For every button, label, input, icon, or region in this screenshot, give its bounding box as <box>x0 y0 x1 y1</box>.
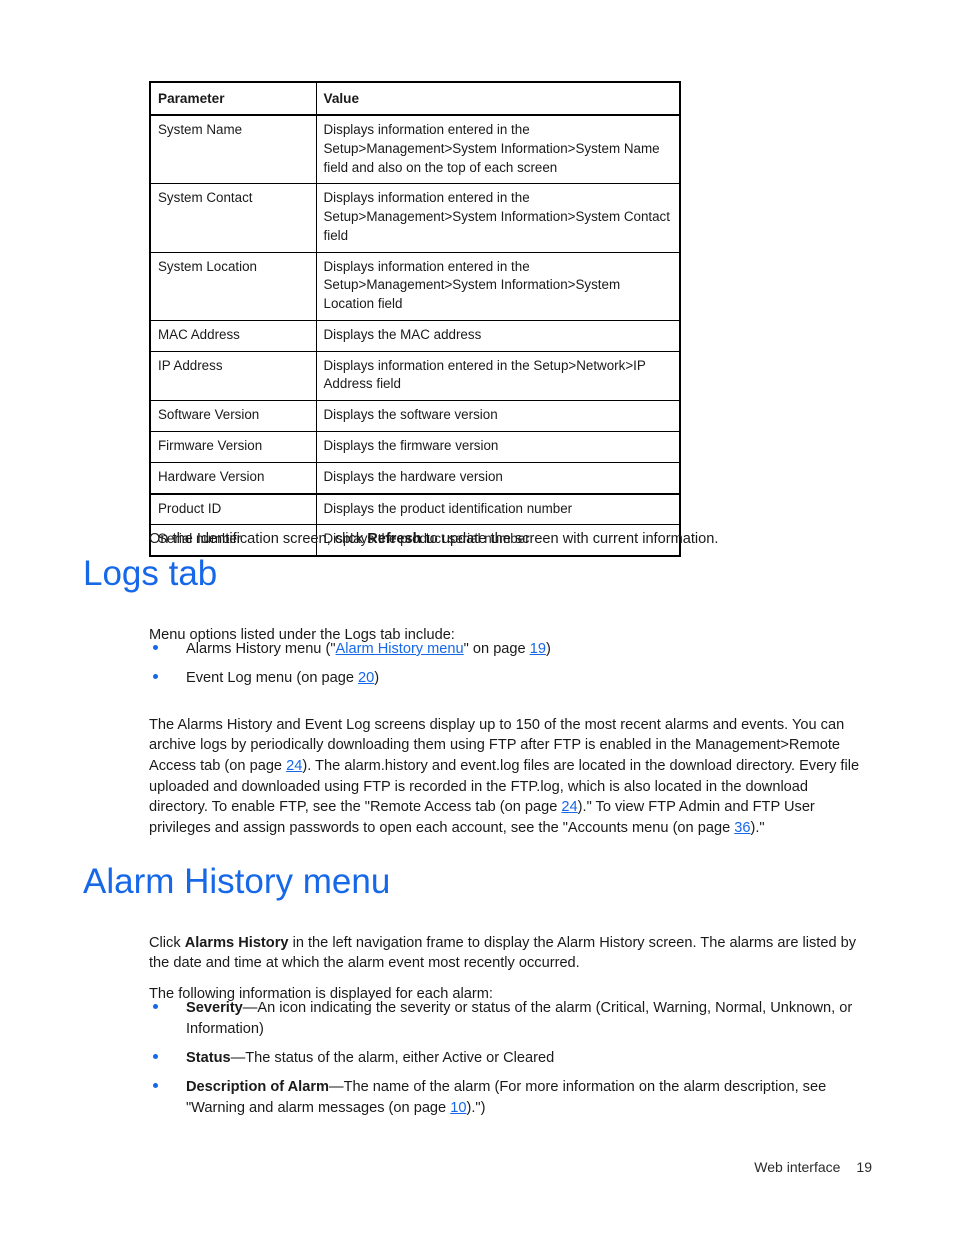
bullet-text-middle: " on page <box>463 641 530 657</box>
table-body: System Name Displays information entered… <box>149 114 681 558</box>
bullet-text-before: Alarms History menu (" <box>186 641 336 657</box>
table-row: MAC Address Displays the MAC address <box>149 319 681 352</box>
cell-parameter: Hardware Version <box>149 461 317 495</box>
cell-parameter: Product ID <box>149 493 317 526</box>
cell-parameter: System Contact <box>149 183 317 253</box>
heading-alarm-history-menu: Alarm History menu <box>83 862 391 901</box>
list-item-text: Description of Alarm—The name of the ala… <box>186 1077 867 1118</box>
list-item: Event Log menu (on page 20) <box>149 668 867 689</box>
page-footer: Web interface 19 <box>0 1159 954 1175</box>
paragraph-part-4: )." <box>750 820 765 837</box>
list-item: Alarms History menu ("Alarm History menu… <box>149 639 867 660</box>
document-page: Parameter Value System Name Displays inf… <box>0 0 954 1235</box>
table-header-row: Parameter Value <box>149 80 681 117</box>
list-item: Severity—An icon indicating the severity… <box>149 998 867 1039</box>
identification-note: On the Identification screen, click Refr… <box>149 529 867 550</box>
link-page-24-first[interactable]: 24 <box>286 758 302 774</box>
bullet-text-after: ) <box>374 670 380 686</box>
cell-parameter: Firmware Version <box>149 430 317 463</box>
table-row: System Location Displays information ent… <box>149 251 681 321</box>
cell-value: Displays information entered in the Setu… <box>315 114 681 185</box>
bullet-dot-icon <box>153 645 158 650</box>
list-item-text: Alarms History menu ("Alarm History menu… <box>186 639 867 660</box>
cell-parameter: Software Version <box>149 400 317 432</box>
link-alarm-history-menu[interactable]: Alarm History menu <box>336 641 464 657</box>
list-item-text: Status—The status of the alarm, either A… <box>186 1048 867 1069</box>
link-page-10[interactable]: 10 <box>450 1100 466 1116</box>
alarms-history-nav-label: Alarms History <box>184 934 289 951</box>
column-header-parameter: Parameter <box>149 80 317 117</box>
table-row: Firmware Version Displays the firmware v… <box>149 430 681 463</box>
cell-value: Displays information entered in the Setu… <box>315 251 681 321</box>
link-page-24-second[interactable]: 24 <box>561 799 577 815</box>
link-page-36[interactable]: 36 <box>734 820 750 836</box>
cell-value: Displays the software version <box>315 400 681 432</box>
cell-parameter: MAC Address <box>149 319 317 352</box>
column-header-value: Value <box>315 80 681 117</box>
table-row: Product ID Displays the product identifi… <box>149 493 681 526</box>
cell-value: Displays the product identification numb… <box>315 493 681 526</box>
alarm-history-intro: Click Alarms History in the left navigat… <box>149 933 867 974</box>
bullet-dot-icon <box>153 674 158 679</box>
table-row: IP Address Displays information entered … <box>149 350 681 402</box>
term-status-description: —The status of the alarm, either Active … <box>230 1050 555 1066</box>
parameter-value-table: Parameter Value System Name Displays inf… <box>149 80 681 558</box>
cell-value: Displays the hardware version <box>315 461 681 495</box>
identification-note-before: On the Identification screen, click <box>149 530 368 547</box>
heading-logs-tab: Logs tab <box>83 554 218 593</box>
list-item-text: Event Log menu (on page 20) <box>186 668 867 689</box>
logs-tab-paragraph: The Alarms History and Event Log screens… <box>149 715 867 839</box>
bullet-dot-icon <box>153 1054 158 1059</box>
cell-parameter: System Location <box>149 251 317 321</box>
cell-value: Displays information entered in the Setu… <box>315 350 681 402</box>
identification-note-after: to update the screen with current inform… <box>421 530 719 547</box>
link-page-19[interactable]: 19 <box>530 641 546 657</box>
refresh-button-label: Refresh <box>367 530 422 547</box>
cell-parameter: IP Address <box>149 350 317 402</box>
list-item: Description of Alarm—The name of the ala… <box>149 1077 867 1118</box>
term-status: Status <box>186 1050 231 1066</box>
list-item-text: Severity—An icon indicating the severity… <box>186 998 867 1039</box>
table-row: Hardware Version Displays the hardware v… <box>149 461 681 495</box>
cell-parameter: System Name <box>149 114 317 185</box>
list-item: Status—The status of the alarm, either A… <box>149 1048 867 1069</box>
cell-value: Displays the firmware version <box>315 430 681 463</box>
footer-section-label: Web interface <box>754 1159 841 1175</box>
term-description-of-alarm: Description of Alarm <box>186 1079 329 1095</box>
link-page-20[interactable]: 20 <box>358 670 374 686</box>
footer-page-number: 19 <box>856 1159 872 1175</box>
intro-before: Click <box>149 934 185 951</box>
bullet-text-after: ) <box>545 641 551 657</box>
table-row: System Contact Displays information ente… <box>149 183 681 253</box>
bullet-text-before: Event Log menu (on page <box>186 670 359 686</box>
term-severity: Severity <box>186 1000 243 1016</box>
term-severity-description: —An icon indicating the severity or stat… <box>186 1000 853 1037</box>
table-header: Parameter Value <box>149 80 681 117</box>
table-row: System Name Displays information entered… <box>149 114 681 185</box>
table-row: Software Version Displays the software v… <box>149 400 681 432</box>
bullet-dot-icon <box>153 1004 158 1009</box>
cell-value: Displays information entered in the Setu… <box>315 183 681 253</box>
term-description-text-after: ).") <box>466 1099 486 1116</box>
cell-value: Displays the MAC address <box>315 319 681 352</box>
bullet-dot-icon <box>153 1083 158 1088</box>
